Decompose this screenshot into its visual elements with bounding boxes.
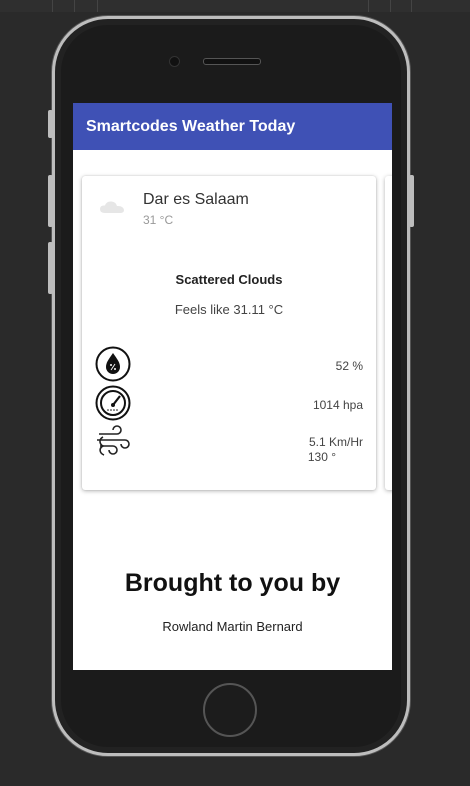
humidity-value: 52 % (335, 359, 363, 373)
next-weather-card[interactable] (385, 176, 392, 490)
city-name: Dar es Salaam (143, 191, 249, 208)
divider (411, 0, 412, 12)
power-button (409, 175, 414, 227)
mute-switch (48, 110, 53, 138)
weather-description: Scattered Clouds (175, 272, 283, 287)
credits-title: Brought to you by (124, 569, 341, 597)
top-strip (0, 0, 470, 12)
earpiece-speaker (203, 58, 261, 65)
pressure-value: 1014 hpa (312, 398, 363, 412)
wind-icon (97, 425, 130, 456)
volume-down-button (48, 242, 53, 294)
divider (52, 0, 53, 12)
app-bar: Smartcodes Weather Today (73, 103, 392, 150)
divider (390, 0, 391, 12)
volume-up-button (48, 175, 53, 227)
weather-card[interactable]: Dar es Salaam 31 °C Scattered Clouds Fee… (82, 176, 376, 490)
temperature: 31 °C (143, 213, 174, 227)
divider (97, 0, 98, 12)
cloud-icon (100, 201, 124, 213)
wind-speed: 5.1 Km/Hr (308, 435, 363, 449)
app-title: Smartcodes Weather Today (86, 118, 296, 135)
front-camera (169, 56, 180, 67)
app-screen: Smartcodes Weather Today Dar es Salaam 3… (73, 103, 392, 670)
pressure-gauge-icon (95, 385, 131, 421)
wind-direction: 130 ° (307, 450, 336, 464)
divider (368, 0, 369, 12)
home-button (203, 683, 257, 737)
divider (74, 0, 75, 12)
feels-like: Feels like 31.11 °C (174, 302, 284, 317)
humidity-icon (95, 346, 131, 382)
credits-author: Rowland Martin Bernard (162, 619, 303, 634)
